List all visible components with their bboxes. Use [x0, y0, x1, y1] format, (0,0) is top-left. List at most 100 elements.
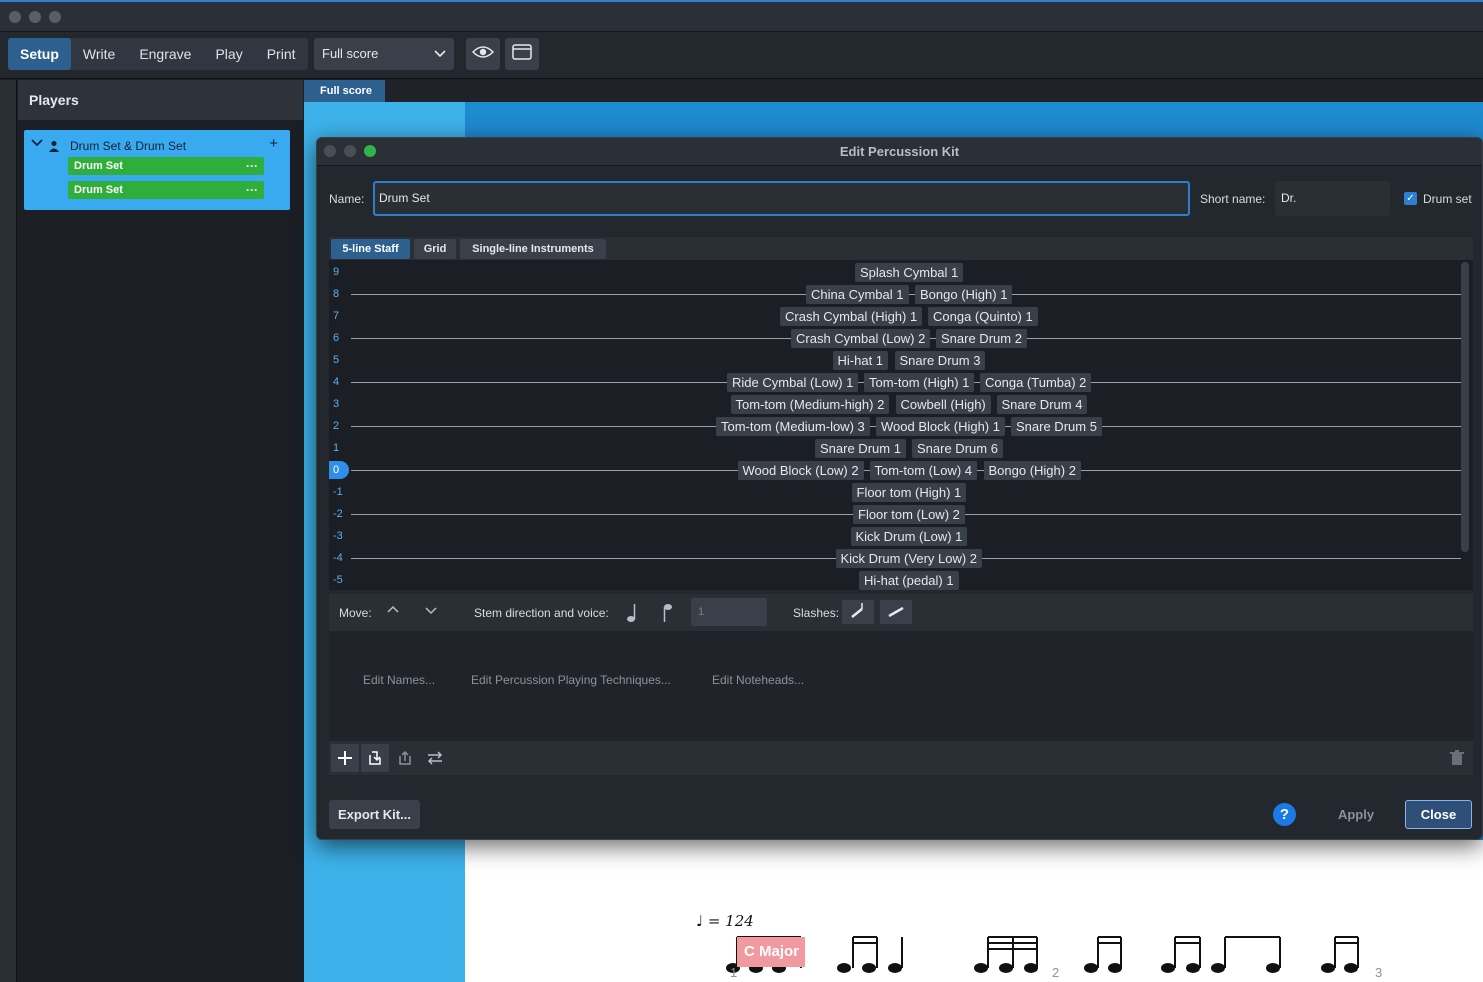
stem-up-button[interactable] [663, 602, 675, 629]
export-instrument-button[interactable] [391, 744, 419, 772]
tab-grid[interactable]: Grid [414, 239, 456, 259]
instrument-chip[interactable]: Splash Cymbal 1 [855, 263, 964, 282]
instrument-chip[interactable]: Floor tom (Low) 2 [853, 505, 965, 524]
close-button[interactable]: Close [1405, 800, 1472, 829]
staff-position-number[interactable]: 5 [329, 351, 349, 369]
add-instrument-button[interactable] [331, 744, 359, 772]
instrument-chip[interactable]: Wood Block (Low) 2 [737, 461, 864, 480]
apply-button[interactable]: Apply [1323, 800, 1389, 829]
instrument-chip[interactable]: Tom-tom (Medium-low) 3 [716, 417, 870, 436]
instrument-chip[interactable]: Wood Block (High) 1 [876, 417, 1005, 436]
staff-position-number[interactable]: -2 [329, 505, 349, 523]
staff-position-number[interactable]: 7 [329, 307, 349, 325]
help-icon[interactable]: ? [1273, 803, 1296, 826]
vertical-scrollbar[interactable] [1461, 262, 1469, 552]
mode-print[interactable]: Print [255, 38, 308, 70]
staff-position-number[interactable]: -5 [329, 571, 349, 589]
swap-button[interactable] [421, 744, 449, 772]
slash-stem-button[interactable] [842, 600, 874, 624]
instrument-chip[interactable]: Snare Drum 5 [1011, 417, 1102, 436]
import-button[interactable] [361, 744, 389, 772]
stem-down-button[interactable] [626, 602, 638, 629]
move-down-button[interactable] [425, 604, 437, 619]
name-field[interactable]: Drum Set [373, 181, 1190, 216]
instrument-chip[interactable]: Conga (Tumba) 2 [980, 373, 1092, 392]
export-kit-button[interactable]: Export Kit... [329, 800, 420, 829]
percussion-staff-editor[interactable]: 9 Splash Cymbal 1 8 China Cymbal 1 Bongo (Hi… [329, 260, 1473, 590]
swap-icon [427, 751, 443, 765]
short-name-field[interactable]: Dr. [1275, 181, 1390, 216]
mode-play[interactable]: Play [203, 38, 254, 70]
players-panel: Players Drum Set & Drum Set + Drum Set ·… [0, 80, 303, 982]
instrument-chip[interactable]: Hi-hat (pedal) 1 [859, 571, 959, 590]
instrument-chip[interactable]: Kick Drum (Low) 1 [850, 527, 968, 546]
instrument-chip[interactable]: Snare Drum 4 [996, 395, 1088, 414]
window-zoom-button[interactable] [49, 11, 61, 23]
instrument-chip[interactable]: Cowbell (High) [895, 395, 991, 414]
instrument-chip[interactable]: Conga (Quinto) 1 [928, 307, 1038, 326]
instrument-card[interactable]: Drum Set ··· [68, 181, 264, 199]
window-minimize-button[interactable] [29, 11, 41, 23]
instrument-chip[interactable]: Crash Cymbal (High) 1 [780, 307, 923, 326]
staff-position-number[interactable]: 4 [329, 373, 349, 391]
instrument-card[interactable]: Drum Set ··· [68, 157, 264, 175]
instrument-chip[interactable]: Kick Drum (Very Low) 2 [835, 549, 983, 568]
staff-position-number[interactable]: 0 [329, 461, 349, 479]
mode-write[interactable]: Write [71, 38, 127, 70]
instrument-chip[interactable]: Hi-hat 1 [832, 351, 889, 370]
instrument-chip[interactable]: Snare Drum 3 [894, 351, 986, 370]
layout-select-value: Full score [322, 46, 379, 61]
more-options-icon[interactable]: ··· [246, 157, 258, 175]
bar-number: 2 [1052, 965, 1060, 980]
view-tabs: 5-line Staff Grid Single-line Instrument… [329, 237, 1473, 260]
slashes-label: Slashes: [793, 606, 840, 620]
slash-button[interactable] [880, 600, 912, 624]
tempo-marking[interactable]: ♩ = 124 [696, 912, 754, 930]
delete-button[interactable] [1443, 744, 1471, 772]
staff-position-number[interactable]: 9 [329, 263, 349, 281]
chevron-down-icon[interactable] [31, 137, 43, 152]
instrument-chip[interactable]: Tom-tom (Medium-high) 2 [730, 395, 890, 414]
edit-noteheads-link[interactable]: Edit Noteheads... [712, 673, 804, 687]
tab-full-score[interactable]: Full score [304, 80, 385, 102]
instrument-chip[interactable]: Bongo (High) 1 [915, 285, 1013, 304]
staff-position-number[interactable]: -3 [329, 527, 349, 545]
instrument-chip[interactable]: Tom-tom (Low) 4 [869, 461, 978, 480]
more-options-icon[interactable]: ··· [246, 181, 258, 199]
add-instrument-button[interactable]: + [269, 135, 278, 152]
staff-position-number[interactable]: 2 [329, 417, 349, 435]
mode-setup[interactable]: Setup [8, 38, 71, 70]
window-layout-button[interactable] [505, 38, 539, 70]
instrument-chip[interactable]: Bongo (High) 2 [983, 461, 1081, 480]
instrument-chip[interactable]: Floor tom (High) 1 [851, 483, 967, 502]
score-page[interactable] [465, 840, 1483, 982]
staff-position-number[interactable]: 6 [329, 329, 349, 347]
chevron-down-icon [434, 38, 446, 82]
instrument-chip[interactable]: Tom-tom (High) 1 [864, 373, 975, 392]
voice-field[interactable]: 1 [691, 598, 767, 626]
instrument-chip[interactable]: Snare Drum 1 [815, 439, 906, 458]
window-close-button[interactable] [9, 11, 21, 23]
key-signature-badge[interactable]: C Major [737, 937, 805, 967]
instrument-chip[interactable]: Ride Cymbal (Low) 1 [727, 373, 859, 392]
player-card[interactable]: Drum Set & Drum Set + Drum Set ··· Drum … [24, 130, 290, 210]
instrument-chip[interactable]: Snare Drum 6 [912, 439, 1003, 458]
staff-position-number[interactable]: -4 [329, 549, 349, 567]
staff-position-number[interactable]: 8 [329, 285, 349, 303]
move-up-button[interactable] [387, 604, 399, 619]
layout-select[interactable]: Full score [314, 38, 454, 70]
tab-single-line-instruments[interactable]: Single-line Instruments [460, 239, 606, 259]
staff-position-number[interactable]: -1 [329, 483, 349, 501]
stem-direction-label: Stem direction and voice: [474, 606, 609, 620]
instrument-chip[interactable]: Snare Drum 2 [936, 329, 1027, 348]
edit-playing-techniques-link[interactable]: Edit Percussion Playing Techniques... [471, 673, 671, 687]
instrument-chip[interactable]: Crash Cymbal (Low) 2 [791, 329, 931, 348]
mode-engrave[interactable]: Engrave [127, 38, 203, 70]
toggle-view-button[interactable] [466, 38, 500, 70]
tab-5-line-staff[interactable]: 5-line Staff [331, 239, 410, 259]
instrument-chip[interactable]: China Cymbal 1 [806, 285, 909, 304]
staff-position-number[interactable]: 3 [329, 395, 349, 413]
drum-set-checkbox[interactable]: ✓ [1404, 192, 1417, 205]
edit-names-link[interactable]: Edit Names... [363, 673, 435, 687]
staff-position-number[interactable]: 1 [329, 439, 349, 457]
